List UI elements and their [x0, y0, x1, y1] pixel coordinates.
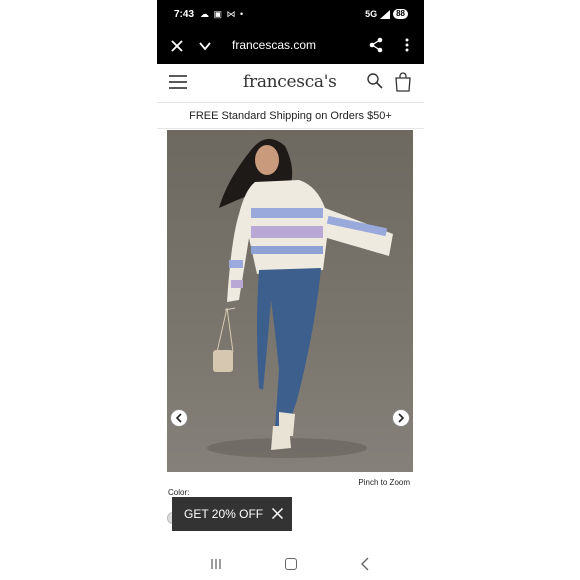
site-header: francesca's [157, 64, 424, 102]
product-image[interactable] [167, 130, 413, 472]
discount-label[interactable]: GET 20% OFF [184, 507, 263, 521]
chevron-right-icon [398, 413, 405, 423]
menu-icon[interactable] [169, 75, 187, 89]
chevron-left-icon [175, 413, 182, 423]
model-illustration [207, 138, 393, 458]
home-icon[interactable] [285, 558, 297, 570]
network-label: 5G [365, 9, 378, 19]
search-icon[interactable] [366, 72, 384, 90]
chevron-down-icon[interactable] [197, 38, 213, 54]
pinch-to-zoom-hint: Pinch to Zoom [358, 478, 410, 487]
share-icon[interactable] [368, 37, 384, 53]
discount-popup[interactable]: GET 20% OFF [172, 497, 292, 531]
back-icon[interactable] [360, 557, 370, 571]
more-options-icon[interactable] [404, 37, 410, 53]
next-image-button[interactable] [392, 409, 410, 427]
browser-toolbar: francescas.com [157, 30, 424, 64]
close-icon[interactable] [271, 507, 284, 520]
url-text[interactable]: francescas.com [232, 38, 316, 52]
color-label: Color: [168, 488, 190, 497]
shipping-promo-banner[interactable]: FREE Standard Shipping on Orders $50+ [157, 102, 424, 129]
system-nav-bar [157, 548, 424, 580]
signal-icon [380, 9, 391, 19]
status-bar: 7:43 ☁ ▣ ⋈ • 5G 88 [157, 0, 424, 30]
status-right: 5G 88 [365, 9, 408, 19]
recent-apps-icon[interactable] [210, 558, 222, 570]
close-icon[interactable] [169, 38, 185, 54]
shopping-bag-icon[interactable] [394, 72, 412, 92]
site-logo[interactable]: francesca's [243, 72, 337, 92]
status-notification-icons: ☁ ▣ ⋈ • [200, 9, 245, 19]
phone-screen: 7:43 ☁ ▣ ⋈ • 5G 88 francescas.com france… [157, 0, 424, 580]
previous-image-button[interactable] [170, 409, 188, 427]
battery-icon: 88 [393, 9, 408, 19]
status-time: 7:43 [174, 9, 195, 20]
